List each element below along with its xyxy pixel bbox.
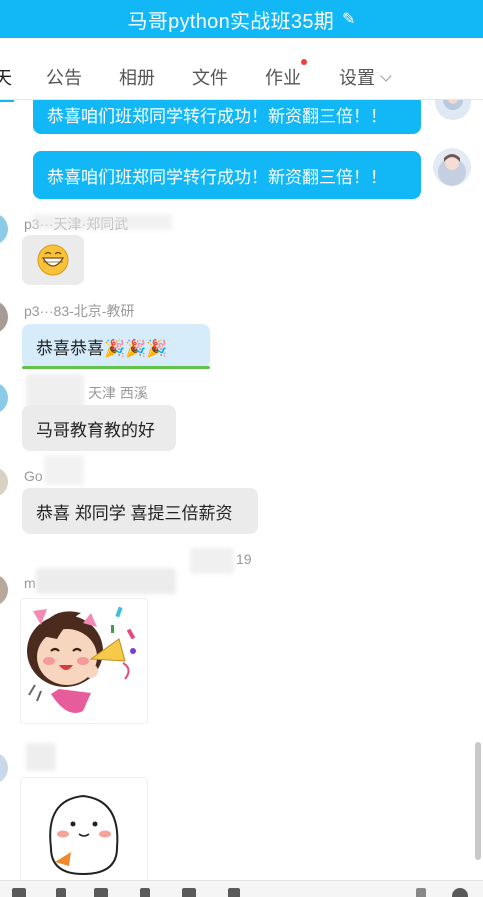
- unread-dot: [301, 59, 307, 65]
- message-text: 恭喜咱们班郑同学转行成功！新资翻三倍！！: [47, 106, 387, 126]
- message-bubble[interactable]: 马哥教育教的好: [22, 405, 176, 451]
- message-bubble[interactable]: 恭喜 郑同学 喜提三倍薪资: [22, 488, 258, 534]
- tab-settings[interactable]: 设置: [339, 64, 392, 90]
- message-text: 恭喜咱们班郑同学转行成功！新资翻三倍！！: [47, 167, 387, 187]
- message-text: 马哥教育教的好: [36, 420, 155, 440]
- member-avatar[interactable]: [0, 467, 8, 497]
- blurred-nickname: [32, 214, 172, 230]
- sender-nickname: Go: [24, 468, 43, 484]
- input-toolbar: [0, 880, 483, 897]
- member-avatar[interactable]: [0, 213, 8, 245]
- tab-homework[interactable]: 作业: [265, 59, 307, 90]
- title-bar: 马哥python实战班35期 ✎: [0, 0, 483, 38]
- message-text: 恭喜恭喜🎉🎉🎉: [36, 338, 168, 358]
- blurred-nickname: [44, 455, 84, 485]
- member-avatar[interactable]: [0, 752, 8, 784]
- scrollbar-thumb[interactable]: [475, 742, 481, 860]
- group-title: 马哥python实战班35期: [127, 10, 335, 33]
- white-blob-sticker: [49, 794, 119, 876]
- tab-chat[interactable]: 天: [0, 64, 12, 90]
- tab-bar: 天 公告 相册 文件 作业 设置: [0, 38, 483, 102]
- sticker-message[interactable]: [20, 598, 148, 724]
- member-avatar[interactable]: [0, 574, 8, 606]
- sender-nickname: m: [24, 575, 36, 591]
- my-message-bubble[interactable]: 恭喜咱们班郑同学转行成功！新资翻三倍！！: [33, 151, 421, 199]
- tab-album[interactable]: 相册: [119, 64, 155, 90]
- tab-settings-label: 设置: [339, 68, 375, 88]
- message-bubble[interactable]: 恭喜恭喜🎉🎉🎉: [22, 324, 210, 368]
- my-avatar[interactable]: [435, 100, 471, 120]
- sticker-message[interactable]: [20, 777, 148, 880]
- timestamp: 19: [236, 551, 252, 567]
- my-message-bubble[interactable]: 恭喜咱们班郑同学转行成功！新资翻三倍！！: [33, 100, 421, 134]
- blurred-timestamp: [190, 548, 234, 574]
- chat-area[interactable]: 恭喜咱们班郑同学转行成功！新资翻三倍！！ 恭喜咱们班郑同学转行成功！新资翻三倍！…: [0, 100, 483, 880]
- my-avatar[interactable]: [433, 148, 471, 186]
- edit-title-icon[interactable]: ✎: [342, 9, 355, 29]
- grin-emoji-icon: [37, 244, 69, 276]
- tab-homework-label: 作业: [265, 68, 301, 88]
- sender-nickname: p3···83-北京-教研: [24, 303, 135, 319]
- tab-announcements[interactable]: 公告: [46, 64, 82, 90]
- message-text: 恭喜 郑同学 喜提三倍薪资: [36, 503, 233, 523]
- member-avatar[interactable]: [0, 382, 8, 414]
- blurred-nickname: [36, 568, 176, 594]
- cheering-girl-sticker: [27, 606, 136, 713]
- bubble-decoration: [22, 366, 210, 369]
- tab-files[interactable]: 文件: [192, 64, 228, 90]
- chevron-down-icon: [380, 70, 392, 82]
- emoji-message-bubble[interactable]: [22, 235, 84, 285]
- sender-nickname: 天津 西溪: [88, 385, 148, 401]
- member-avatar[interactable]: [0, 300, 8, 334]
- blurred-nickname: [26, 743, 56, 771]
